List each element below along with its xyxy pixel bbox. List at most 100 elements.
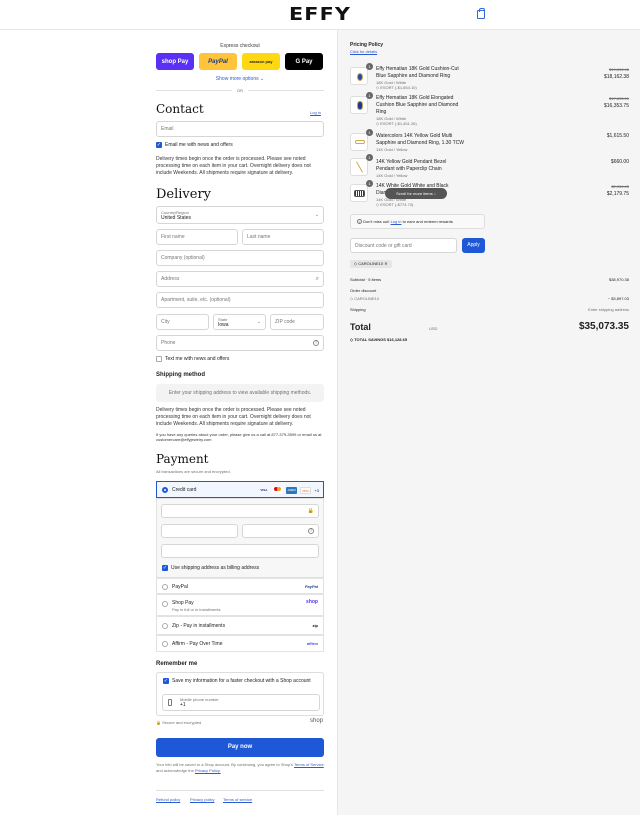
order-discount-code: ◇ CAROLINE10 — [350, 296, 380, 301]
login-link[interactable]: Log in — [310, 110, 321, 115]
last-name-field[interactable]: Last name — [242, 229, 324, 245]
contact-heading: Contact — [156, 102, 204, 116]
quantity-badge: 1 — [366, 129, 373, 136]
news-checkbox[interactable]: ✓ — [156, 142, 162, 148]
security-code-field[interactable]: ? — [242, 524, 319, 538]
news-label: Email me with news and offers — [165, 142, 233, 148]
item-name: Effy Hematian 18K Gold Cushion-Cut Blue … — [376, 66, 459, 79]
secure-note: 🔒 Secure and encrypted — [156, 720, 202, 725]
google-pay-button[interactable]: G Pay — [285, 53, 323, 70]
scroll-for-more-pill[interactable]: Scroll for more items ↓ — [385, 188, 447, 199]
shipping-value: Enter shipping address — [588, 307, 629, 312]
privacy-link[interactable]: Privacy Policy. — [195, 768, 221, 773]
privacy-policy-link[interactable]: Privacy policy — [190, 797, 214, 802]
total-value: $35,073.35 — [578, 321, 629, 332]
shop-pay-radio[interactable] — [162, 601, 168, 607]
subtotal-value: $38,970.38 — [608, 277, 629, 282]
amazon-pay-button[interactable]: amazon pay — [242, 53, 280, 70]
shopping-bag-icon[interactable] — [477, 8, 485, 19]
item-price: $18,162.38 — [603, 74, 629, 80]
mobile-phone-field[interactable]: Mobile phone number +1 — [162, 694, 320, 711]
product-thumbnail — [350, 67, 368, 85]
remember-me-heading: Remember me — [156, 661, 198, 667]
total-savings: ◇ TOTAL SAVINGS $16,128.65 — [350, 337, 408, 342]
legal-text: Your info will be saved to a Shop accoun… — [156, 762, 324, 773]
credit-card-option[interactable]: Credit card VISA AMEX DISC +3 — [156, 481, 324, 498]
affirm-radio[interactable] — [162, 641, 168, 647]
product-thumbnail — [350, 184, 368, 202]
shipping-notice: Delivery times begin once the order is p… — [156, 407, 311, 427]
item-name: Watercolors 14K Yellow Gold Multi Sapphi… — [376, 133, 465, 146]
remember-me-box: ✓ Save my information for a faster check… — [156, 672, 324, 716]
terms-link[interactable]: Terms of Service — [294, 762, 324, 767]
mobile-phone-value: +1 — [180, 702, 186, 708]
show-more-options-link[interactable]: Show more options ⌄ — [156, 76, 324, 82]
credit-card-radio[interactable] — [162, 487, 168, 493]
country-select[interactable]: Country/Region United States ⌄ — [156, 206, 324, 224]
expiration-field[interactable] — [161, 524, 238, 538]
zip-label: Zip - Pay in installments — [172, 623, 226, 629]
shop-pay-option[interactable]: Shop Pay Pay in full or in installments … — [156, 594, 324, 616]
help-icon[interactable]: ? — [308, 528, 314, 534]
zip-option[interactable]: Zip - Pay in installments zip — [156, 616, 324, 635]
zip-radio[interactable] — [162, 623, 168, 629]
discount-code-field[interactable]: Discount code or gift card — [350, 238, 457, 253]
discover-icon: DISC — [300, 487, 312, 494]
address-field[interactable]: Address ⌕ — [156, 271, 324, 287]
name-on-card-field[interactable] — [161, 544, 319, 558]
item-discount-tag: ◇ ESORT (-$1,451.26) — [376, 121, 417, 126]
paypal-label: PayPal — [172, 584, 188, 590]
terms-of-service-link[interactable]: Terms of service — [223, 797, 252, 802]
more-cards-count: +3 — [314, 488, 319, 493]
refund-policy-link[interactable]: Refund policy — [156, 797, 180, 802]
or-divider-label: OR — [232, 88, 248, 93]
order-summary: Pricing Policy Click for details 1 Effy … — [337, 30, 640, 815]
chevron-down-icon: ⌄ — [314, 212, 319, 218]
total-label: Total — [350, 322, 371, 332]
shop-pay-label: Shop Pay — [172, 600, 194, 606]
header: EFFY — [0, 0, 640, 30]
pay-now-button[interactable]: Pay now — [156, 738, 324, 757]
company-field[interactable]: Company (optional) — [156, 250, 324, 266]
state-select[interactable]: State Iowa ⌄ — [213, 314, 266, 330]
item-discount-tag: ◇ ESORT (-$774.70) — [376, 202, 414, 207]
pricing-policy-link[interactable]: Click for details — [350, 49, 377, 54]
affirm-logo: affirm — [306, 641, 318, 646]
phone-field[interactable]: Phone? — [156, 335, 324, 351]
shop-logo: shop — [310, 718, 324, 724]
product-thumbnail — [350, 133, 368, 151]
zip-field[interactable]: ZIP code — [270, 314, 324, 330]
paypal-option[interactable]: PayPal PayPal — [156, 578, 324, 594]
text-me-checkbox[interactable] — [156, 356, 162, 362]
save-info-checkbox[interactable]: ✓ — [163, 678, 169, 684]
rewards-login-link[interactable]: Log in — [391, 219, 402, 224]
shipping-label: Shipping — [350, 307, 366, 312]
item-price: $2,179.75 — [606, 191, 629, 197]
item-price: $660.00 — [610, 159, 629, 165]
visa-icon: VISA — [260, 488, 268, 492]
shipping-placeholder: Enter your shipping address to view avai… — [156, 384, 324, 402]
first-name-field[interactable]: First name — [156, 229, 238, 245]
currency-label: USD — [429, 326, 438, 331]
help-icon[interactable]: ? — [313, 340, 319, 346]
billing-checkbox[interactable]: ✓ — [162, 565, 168, 571]
city-field[interactable]: City — [156, 314, 209, 330]
chevron-down-icon: ⌄ — [256, 319, 261, 325]
delivery-heading: Delivery — [156, 187, 212, 202]
apply-button[interactable]: Apply — [462, 238, 485, 253]
apartment-field[interactable]: Apartment, suite, etc. (optional) — [156, 292, 324, 308]
remove-code-icon[interactable]: ✕ — [384, 261, 387, 266]
paypal-button[interactable]: PayPal — [199, 53, 237, 70]
quantity-badge: 1 — [366, 154, 373, 161]
contact-notice: Delivery times begin once the order is p… — [156, 156, 311, 176]
shop-pay-button[interactable]: shop Pay — [156, 53, 194, 70]
effy-logo[interactable]: EFFY — [281, 4, 359, 25]
email-field[interactable]: Email — [156, 121, 324, 137]
billing-label: Use shipping address as billing address — [171, 565, 260, 571]
pricing-policy-title: Pricing Policy — [350, 42, 384, 48]
card-number-field[interactable]: 🔒 — [161, 504, 319, 518]
affirm-option[interactable]: Affirm - Pay Over Time affirm — [156, 635, 324, 652]
item-name: Effy Hematian 18K Gold Elongated Cushion… — [376, 95, 459, 115]
paypal-radio[interactable] — [162, 584, 168, 590]
card-logos: VISA AMEX DISC +3 — [255, 487, 319, 494]
